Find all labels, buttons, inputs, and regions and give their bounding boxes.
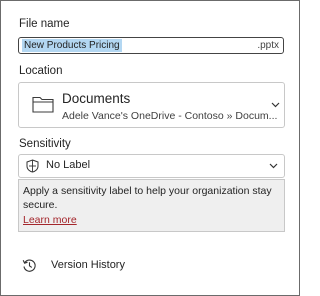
save-panel: File name New Products Pricing .pptx Loc… [0, 0, 300, 296]
location-path: Adele Vance's OneDrive - Contoso » Docum… [62, 110, 278, 122]
sensitivity-selected: No Label [46, 159, 91, 171]
learn-more-link[interactable]: Learn more [23, 214, 77, 226]
location-picker[interactable]: Documents Adele Vance's OneDrive - Conto… [18, 82, 285, 128]
file-name-value[interactable]: New Products Pricing [22, 39, 122, 52]
file-name-input[interactable]: New Products Pricing .pptx [18, 37, 284, 54]
file-name-label: File name [19, 18, 70, 30]
version-history-button[interactable]: Version History [18, 256, 218, 276]
sensitivity-dropdown[interactable]: No Label [18, 154, 285, 178]
chevron-down-icon[interactable] [269, 163, 278, 169]
sensitivity-label: Sensitivity [19, 138, 71, 150]
sensitivity-info-box: Apply a sensitivity label to help your o… [18, 179, 285, 232]
history-icon [22, 259, 36, 272]
version-history-label: Version History [51, 259, 125, 271]
location-label: Location [19, 65, 63, 77]
chevron-down-icon[interactable] [271, 102, 280, 108]
folder-icon [32, 96, 54, 113]
file-extension: .pptx [257, 40, 279, 51]
sensitivity-info-text: Apply a sensitivity label to help your o… [23, 185, 272, 211]
location-folder-name: Documents [62, 91, 131, 106]
shield-icon [26, 159, 39, 173]
